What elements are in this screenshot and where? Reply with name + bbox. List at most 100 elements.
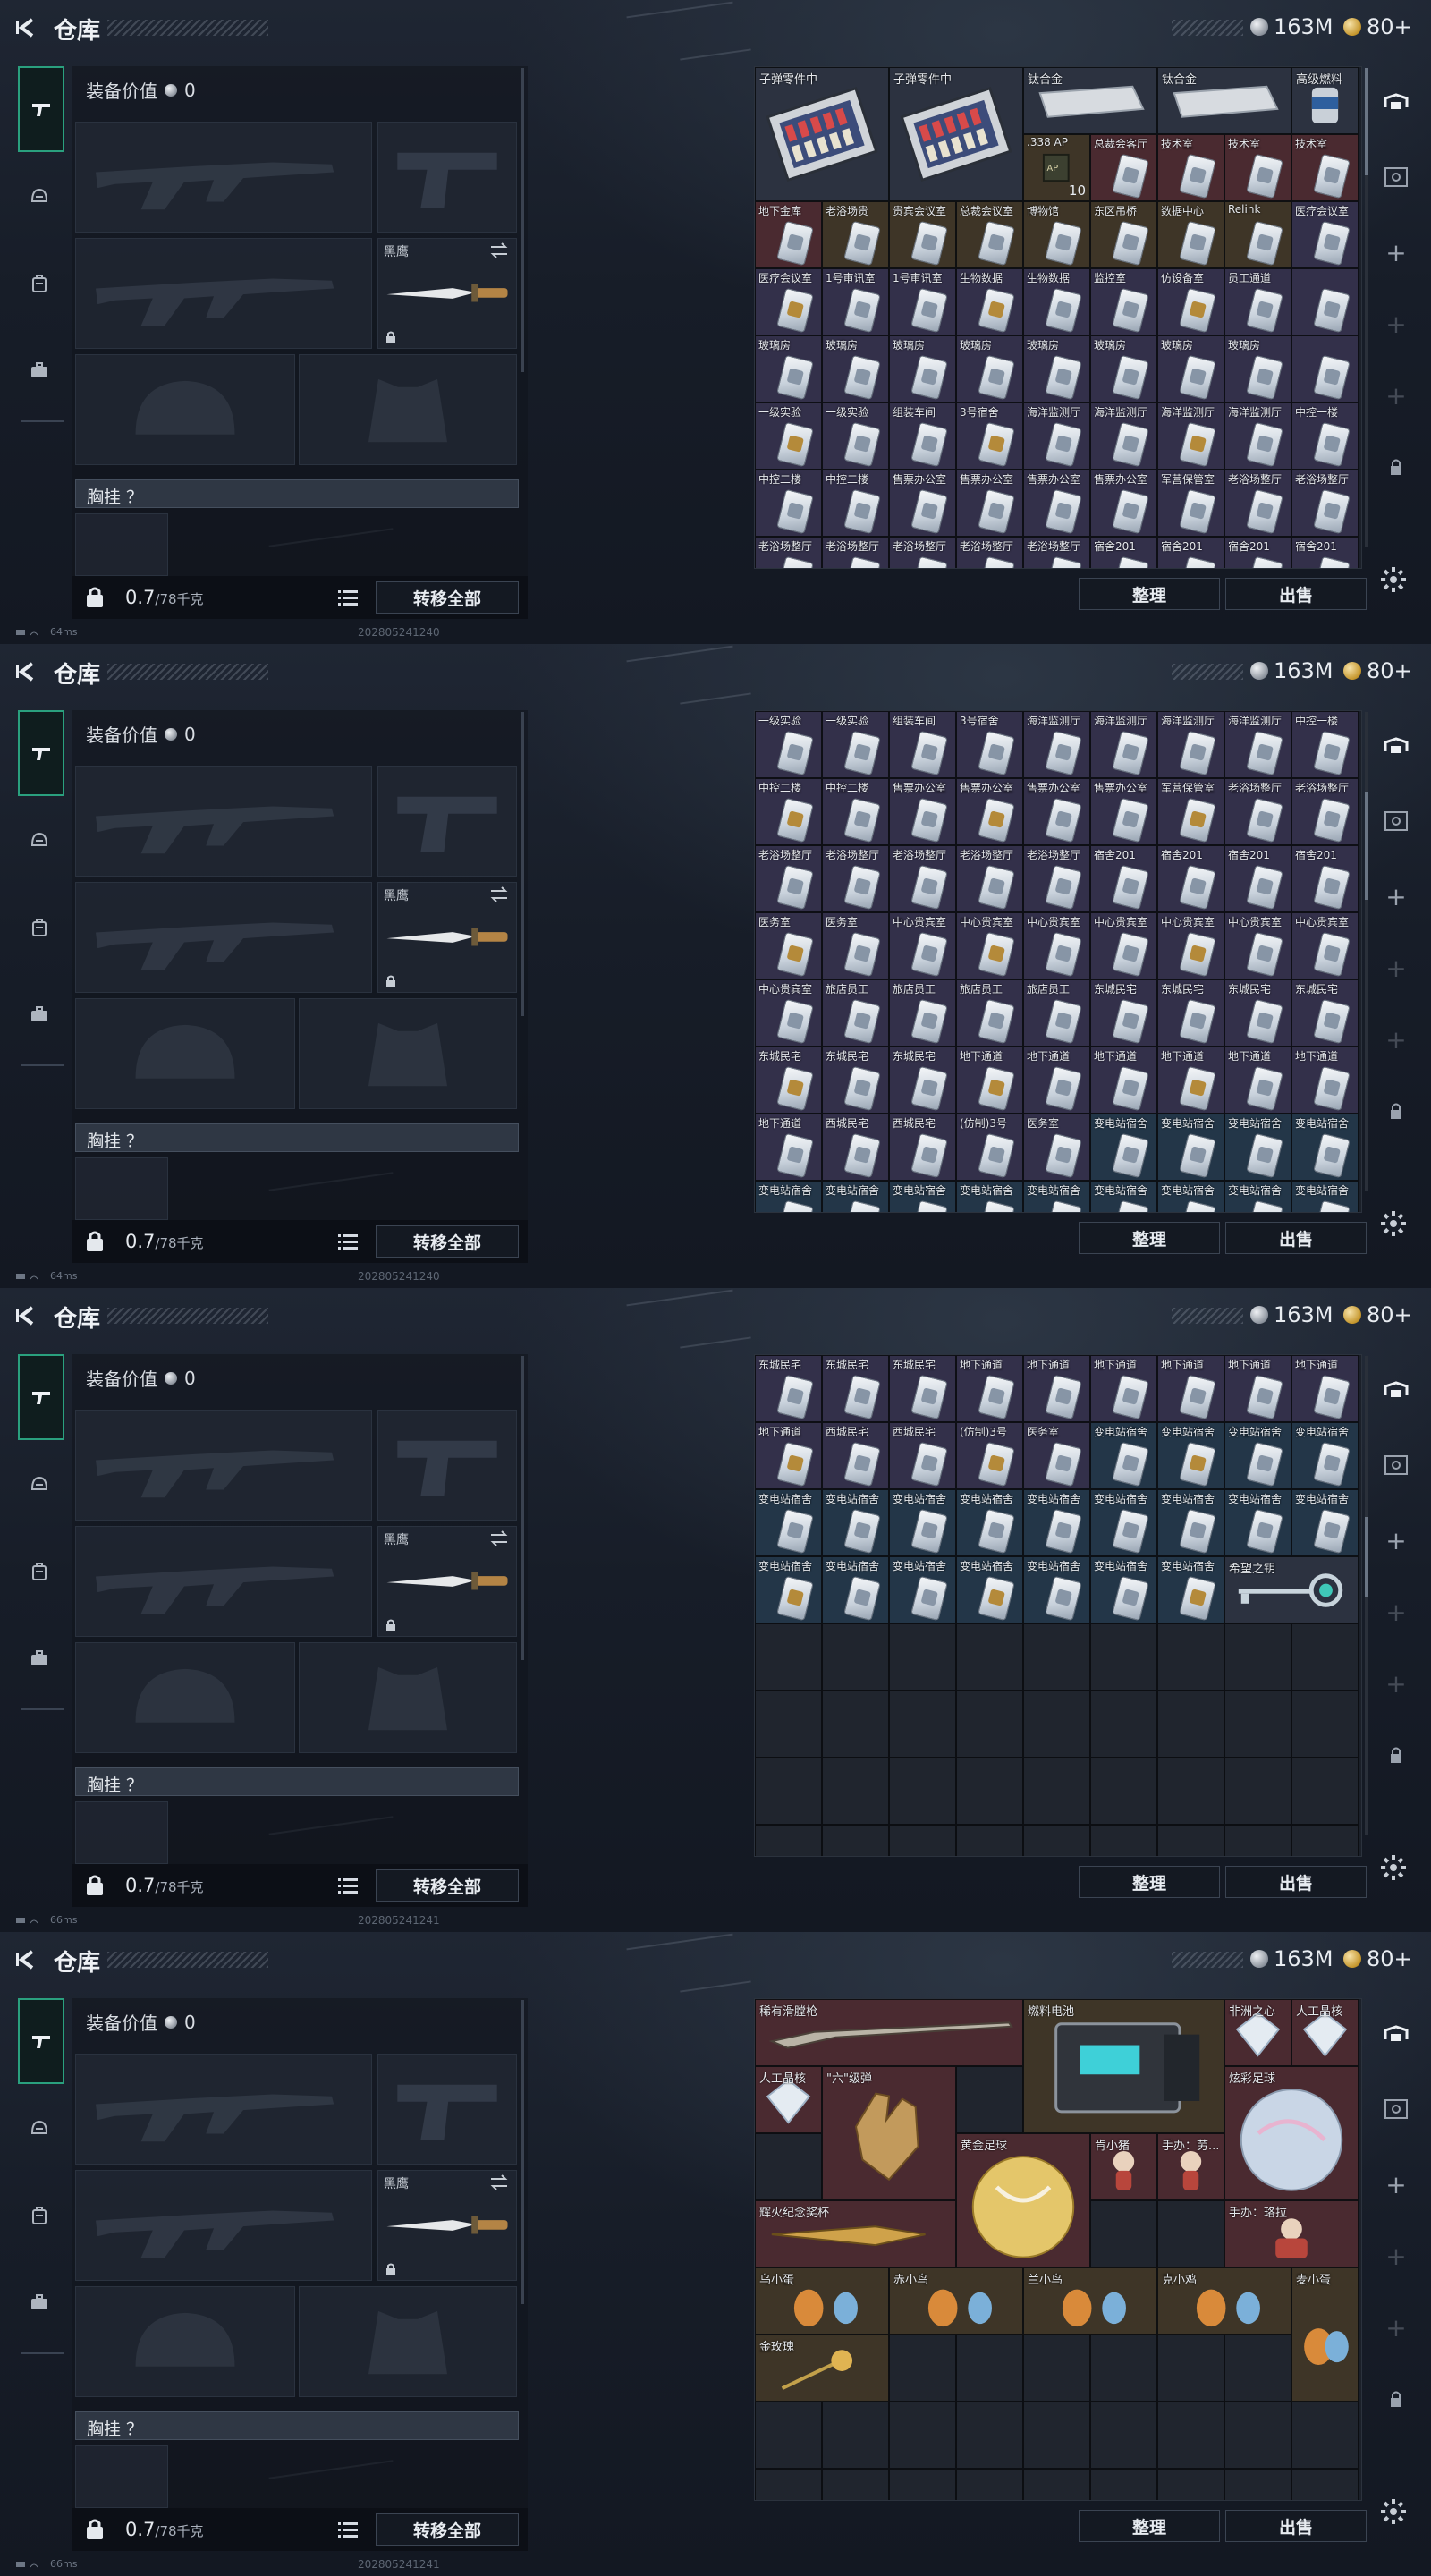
inventory-item[interactable]: 中心贵宾室 [1291,912,1359,979]
armor-slot[interactable] [299,1642,517,1753]
inventory-scroll-thumb[interactable] [1365,792,1368,900]
helmet-slot[interactable] [75,1642,295,1753]
inventory-item[interactable]: 宿舍201 [1291,537,1359,568]
inventory-scrollbar[interactable] [1365,68,1368,547]
gold-currency[interactable]: 80+ [1343,658,1412,683]
tab-weapons[interactable] [18,1354,64,1440]
chest-rig-header[interactable]: 胸挂 ？ [75,1123,519,1152]
inventory-item[interactable]: 售票办公室 [956,470,1023,537]
primary-weapon-slot[interactable] [75,122,372,233]
armor-slot[interactable] [299,998,517,1109]
inventory-item[interactable]: 变电站宿舍 [1090,1556,1157,1623]
inventory-item[interactable]: 宿舍201 [1224,537,1291,568]
inventory-item[interactable]: 玻璃房 [1090,335,1157,402]
empty-slot[interactable] [1224,1623,1291,1690]
inventory-item[interactable]: 地下通道 [1023,1046,1090,1114]
pistol-slot[interactable] [377,1410,517,1521]
inventory-item[interactable]: 地下通道 [1291,1355,1359,1422]
inventory-item[interactable]: 老浴场整厅 [1224,470,1291,537]
sell-button[interactable]: 出售 [1225,1222,1367,1254]
inventory-item[interactable] [1291,268,1359,335]
empty-slot[interactable] [822,1623,889,1690]
inventory-item[interactable]: 中心贵宾室 [1023,912,1090,979]
melee-slot[interactable]: 黑鹰 [377,238,517,349]
empty-slot[interactable] [889,2402,956,2469]
inventory-item[interactable]: 宿舍201 [1224,845,1291,912]
inventory-item[interactable]: 西城民宅 [822,1422,889,1489]
inventory-item[interactable]: 总裁会客厅 [1090,134,1157,201]
inventory-item[interactable]: 医疗会议室 [755,268,822,335]
gold-currency[interactable]: 80+ [1343,1946,1412,1971]
list-icon[interactable] [338,589,358,606]
empty-slot[interactable] [1090,2334,1157,2402]
inventory-item[interactable]: 生物数据 [1023,268,1090,335]
inventory-item[interactable]: 变电站宿舍 [1157,1114,1224,1181]
inventory-item[interactable]: 售票办公室 [889,778,956,845]
empty-slot[interactable] [956,2334,1023,2402]
storage-tab-main[interactable] [1377,733,1415,769]
inventory-item[interactable]: 地下通道 [956,1355,1023,1422]
swap-icon[interactable] [489,1530,509,1546]
swap-icon[interactable] [489,2174,509,2190]
inventory-item[interactable]: 变电站宿舍 [822,1556,889,1623]
inventory-item[interactable]: 变电站宿舍 [1157,1489,1224,1556]
tab-case[interactable] [16,1635,63,1682]
sort-button[interactable]: 整理 [1079,1866,1220,1898]
tab-case[interactable] [16,2279,63,2326]
empty-slot[interactable] [1023,2469,1090,2500]
inventory-item[interactable]: 变电站宿舍 [1157,1422,1224,1489]
sort-button[interactable]: 整理 [1079,578,1220,610]
inventory-item[interactable]: 变电站宿舍 [1224,1181,1291,1212]
empty-slot[interactable] [1090,1758,1157,1825]
empty-slot[interactable] [889,2469,956,2500]
armor-slot[interactable] [299,2286,517,2397]
inventory-item[interactable]: 贵宾会议室 [889,201,956,268]
inventory-item[interactable]: 地下通道 [1023,1355,1090,1422]
inventory-item[interactable]: 希望之钥 [1224,1556,1359,1623]
add-storage-button[interactable]: + [1377,2238,1415,2274]
transfer-all-button[interactable]: 转移全部 [376,2513,519,2546]
inventory-item[interactable]: 玻璃房 [956,335,1023,402]
tab-armor[interactable] [16,174,63,220]
inventory-item[interactable]: 金玫瑰 [755,2334,889,2402]
inventory-item[interactable]: 售票办公室 [889,470,956,537]
equipment-scrollbar[interactable] [521,712,524,1016]
inventory-item[interactable]: 变电站宿舍 [1090,1114,1157,1181]
inventory-item[interactable]: 炫彩足球 [1224,2066,1359,2200]
inventory-item[interactable]: 旅店员工 [889,979,956,1046]
inventory-item[interactable]: 变电站宿舍 [1023,1181,1090,1212]
inventory-item[interactable]: 技术室 [1224,134,1291,201]
tab-backpack[interactable] [16,1548,63,1595]
tab-armor[interactable] [16,1462,63,1508]
storage-tab-main[interactable] [1377,89,1415,125]
empty-slot[interactable] [755,1623,822,1690]
inventory-item[interactable]: 变电站宿舍 [1157,1181,1224,1212]
inventory-item[interactable]: 宿舍201 [1157,537,1224,568]
storage-tab-safe[interactable] [1377,159,1415,195]
gold-currency[interactable]: 80+ [1343,14,1412,39]
inventory-item[interactable]: 非洲之心 [1224,1999,1291,2066]
empty-slot[interactable] [889,1825,956,1856]
inventory-item[interactable]: 变电站宿舍 [822,1489,889,1556]
inventory-item[interactable]: 人工晶核 [755,2066,822,2133]
add-storage-button[interactable]: + [1377,1665,1415,1701]
empty-slot[interactable] [822,2402,889,2469]
list-icon[interactable] [338,1877,358,1894]
inventory-item[interactable]: 海洋监测厅 [1224,711,1291,778]
inventory-item[interactable]: 变电站宿舍 [1224,1422,1291,1489]
gear-icon[interactable] [1377,564,1410,596]
gear-icon[interactable] [1377,1852,1410,1884]
primary-weapon-slot[interactable] [75,2054,372,2165]
inventory-item[interactable]: 老浴场整厅 [889,845,956,912]
add-storage-button[interactable]: + [1377,2309,1415,2345]
inventory-item[interactable]: 老浴场整厅 [1291,470,1359,537]
empty-slot[interactable] [755,1825,822,1856]
inventory-item[interactable]: 中心贵宾室 [956,912,1023,979]
list-icon[interactable] [338,1233,358,1250]
add-storage-button[interactable]: + [1377,1594,1415,1630]
inventory-item[interactable]: 子弹零件中 [755,67,889,201]
sell-button[interactable]: 出售 [1225,2510,1367,2542]
inventory-item[interactable]: 一级实验 [822,711,889,778]
back-button[interactable] [13,1302,39,1329]
inventory-item[interactable]: 麦小蛋 [1291,2267,1359,2402]
